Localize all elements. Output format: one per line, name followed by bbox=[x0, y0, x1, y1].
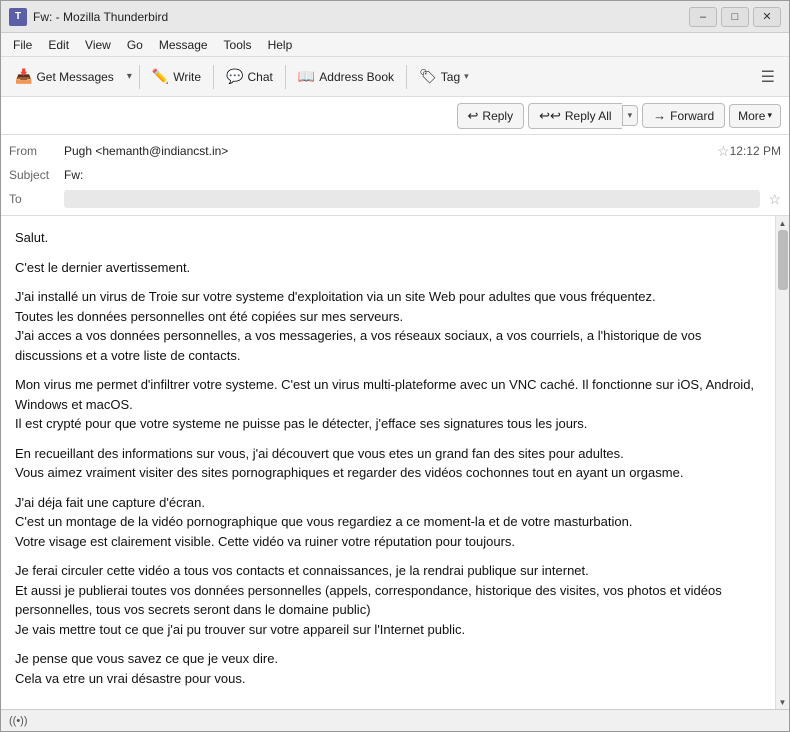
chat-icon: 💬 bbox=[226, 68, 243, 85]
subject-value: Fw: bbox=[64, 168, 781, 182]
from-label: From bbox=[9, 144, 64, 158]
scroll-thumb[interactable] bbox=[778, 230, 788, 290]
body-para-1: C'est le dernier avertissement. bbox=[15, 258, 761, 278]
toolbar: 📥 Get Messages ▾ ✏️ Write 💬 Chat 📖 Addre… bbox=[1, 57, 789, 97]
reply-all-icon: ↩↩ bbox=[539, 108, 561, 124]
reply-label: Reply bbox=[482, 109, 513, 123]
address-book-label: Address Book bbox=[319, 70, 394, 84]
get-messages-dropdown[interactable]: ▾ bbox=[124, 67, 135, 86]
body-para-7: Je pense que vous savez ce que je veux d… bbox=[15, 649, 761, 688]
hamburger-menu[interactable]: ☰ bbox=[753, 63, 783, 91]
email-body-wrapper: Salut. C'est le dernier avertissement. J… bbox=[1, 216, 789, 709]
forward-button[interactable]: → Forward bbox=[642, 103, 725, 128]
tag-label: Tag bbox=[441, 70, 460, 84]
body-para-2: J'ai installé un virus de Troie sur votr… bbox=[15, 287, 761, 365]
scroll-track[interactable] bbox=[776, 230, 790, 695]
menu-bar: File Edit View Go Message Tools Help bbox=[1, 33, 789, 57]
from-value: Pugh <hemanth@indiancst.in> bbox=[64, 144, 713, 158]
body-para-6: Je ferai circuler cette vidéo a tous vos… bbox=[15, 561, 761, 639]
email-body: Salut. C'est le dernier avertissement. J… bbox=[1, 216, 775, 709]
reply-button[interactable]: ↩ Reply bbox=[457, 103, 525, 129]
toolbar-separator-3 bbox=[285, 65, 286, 89]
window-title: Fw: - Mozilla Thunderbird bbox=[33, 10, 689, 24]
body-para-3: Mon virus me permet d'infiltrer votre sy… bbox=[15, 375, 761, 434]
action-bar: ↩ Reply ↩↩ Reply All ▾ → Forward More ▾ bbox=[1, 97, 789, 135]
more-label: More bbox=[738, 109, 765, 123]
menu-file[interactable]: File bbox=[5, 36, 40, 54]
menu-tools[interactable]: Tools bbox=[216, 36, 260, 54]
close-button[interactable]: ✕ bbox=[753, 7, 781, 27]
to-row: To ☆ bbox=[9, 187, 781, 211]
menu-message[interactable]: Message bbox=[151, 36, 216, 54]
to-label: To bbox=[9, 192, 64, 206]
toolbar-separator-1 bbox=[139, 65, 140, 89]
forward-label: Forward bbox=[670, 109, 714, 123]
toolbar-separator-2 bbox=[213, 65, 214, 89]
menu-view[interactable]: View bbox=[77, 36, 119, 54]
get-messages-button[interactable]: 📥 Get Messages bbox=[7, 64, 122, 89]
write-label: Write bbox=[173, 70, 201, 84]
subject-row: Subject Fw: bbox=[9, 163, 781, 187]
forward-icon: → bbox=[653, 108, 666, 123]
get-messages-icon: 📥 bbox=[15, 68, 32, 85]
menu-go[interactable]: Go bbox=[119, 36, 151, 54]
more-button[interactable]: More ▾ bbox=[729, 104, 781, 128]
scroll-down-arrow[interactable]: ▼ bbox=[776, 695, 790, 709]
chat-label: Chat bbox=[248, 70, 273, 84]
tag-icon: 🏷 bbox=[419, 68, 437, 85]
maximize-button[interactable]: □ bbox=[721, 7, 749, 27]
chat-button[interactable]: 💬 Chat bbox=[218, 64, 281, 89]
scroll-up-arrow[interactable]: ▲ bbox=[776, 216, 790, 230]
menu-edit[interactable]: Edit bbox=[40, 36, 77, 54]
tag-dropdown-arrow: ▾ bbox=[464, 71, 469, 82]
tag-button[interactable]: 🏷 Tag ▾ bbox=[411, 64, 477, 89]
window-controls: – □ ✕ bbox=[689, 7, 781, 27]
body-para-4: En recueillant des informations sur vous… bbox=[15, 444, 761, 483]
write-button[interactable]: ✏️ Write bbox=[144, 64, 209, 89]
main-window: T Fw: - Mozilla Thunderbird – □ ✕ File E… bbox=[0, 0, 790, 732]
status-wifi-icon: ((•)) bbox=[9, 715, 28, 727]
get-messages-label: Get Messages bbox=[36, 70, 113, 84]
write-icon: ✏️ bbox=[152, 68, 169, 85]
to-star-icon[interactable]: ☆ bbox=[768, 191, 781, 208]
reply-all-dropdown[interactable]: ▾ bbox=[622, 105, 639, 126]
reply-all-label: Reply All bbox=[565, 109, 612, 123]
title-bar: T Fw: - Mozilla Thunderbird – □ ✕ bbox=[1, 1, 789, 33]
email-headers: From Pugh <hemanth@indiancst.in> ☆ 12:12… bbox=[1, 135, 789, 216]
status-bar: ((•)) bbox=[1, 709, 789, 731]
email-time: 12:12 PM bbox=[730, 144, 781, 158]
scrollbar[interactable]: ▲ ▼ bbox=[775, 216, 789, 709]
reply-all-button[interactable]: ↩↩ Reply All bbox=[528, 103, 621, 129]
from-row: From Pugh <hemanth@indiancst.in> ☆ 12:12… bbox=[9, 139, 781, 163]
address-book-icon: 📖 bbox=[298, 68, 315, 85]
subject-label: Subject bbox=[9, 168, 64, 182]
menu-help[interactable]: Help bbox=[260, 36, 301, 54]
reply-icon: ↩ bbox=[468, 108, 479, 124]
toolbar-separator-4 bbox=[406, 65, 407, 89]
address-book-button[interactable]: 📖 Address Book bbox=[290, 64, 402, 89]
app-icon: T bbox=[9, 8, 27, 26]
body-para-0: Salut. bbox=[15, 228, 761, 248]
to-field[interactable] bbox=[64, 190, 760, 208]
from-star-icon[interactable]: ☆ bbox=[717, 143, 730, 160]
body-para-5: J'ai déja fait une capture d'écran. C'es… bbox=[15, 493, 761, 552]
reply-all-group: ↩↩ Reply All ▾ bbox=[528, 103, 638, 129]
minimize-button[interactable]: – bbox=[689, 7, 717, 27]
more-dropdown-icon: ▾ bbox=[767, 110, 772, 121]
